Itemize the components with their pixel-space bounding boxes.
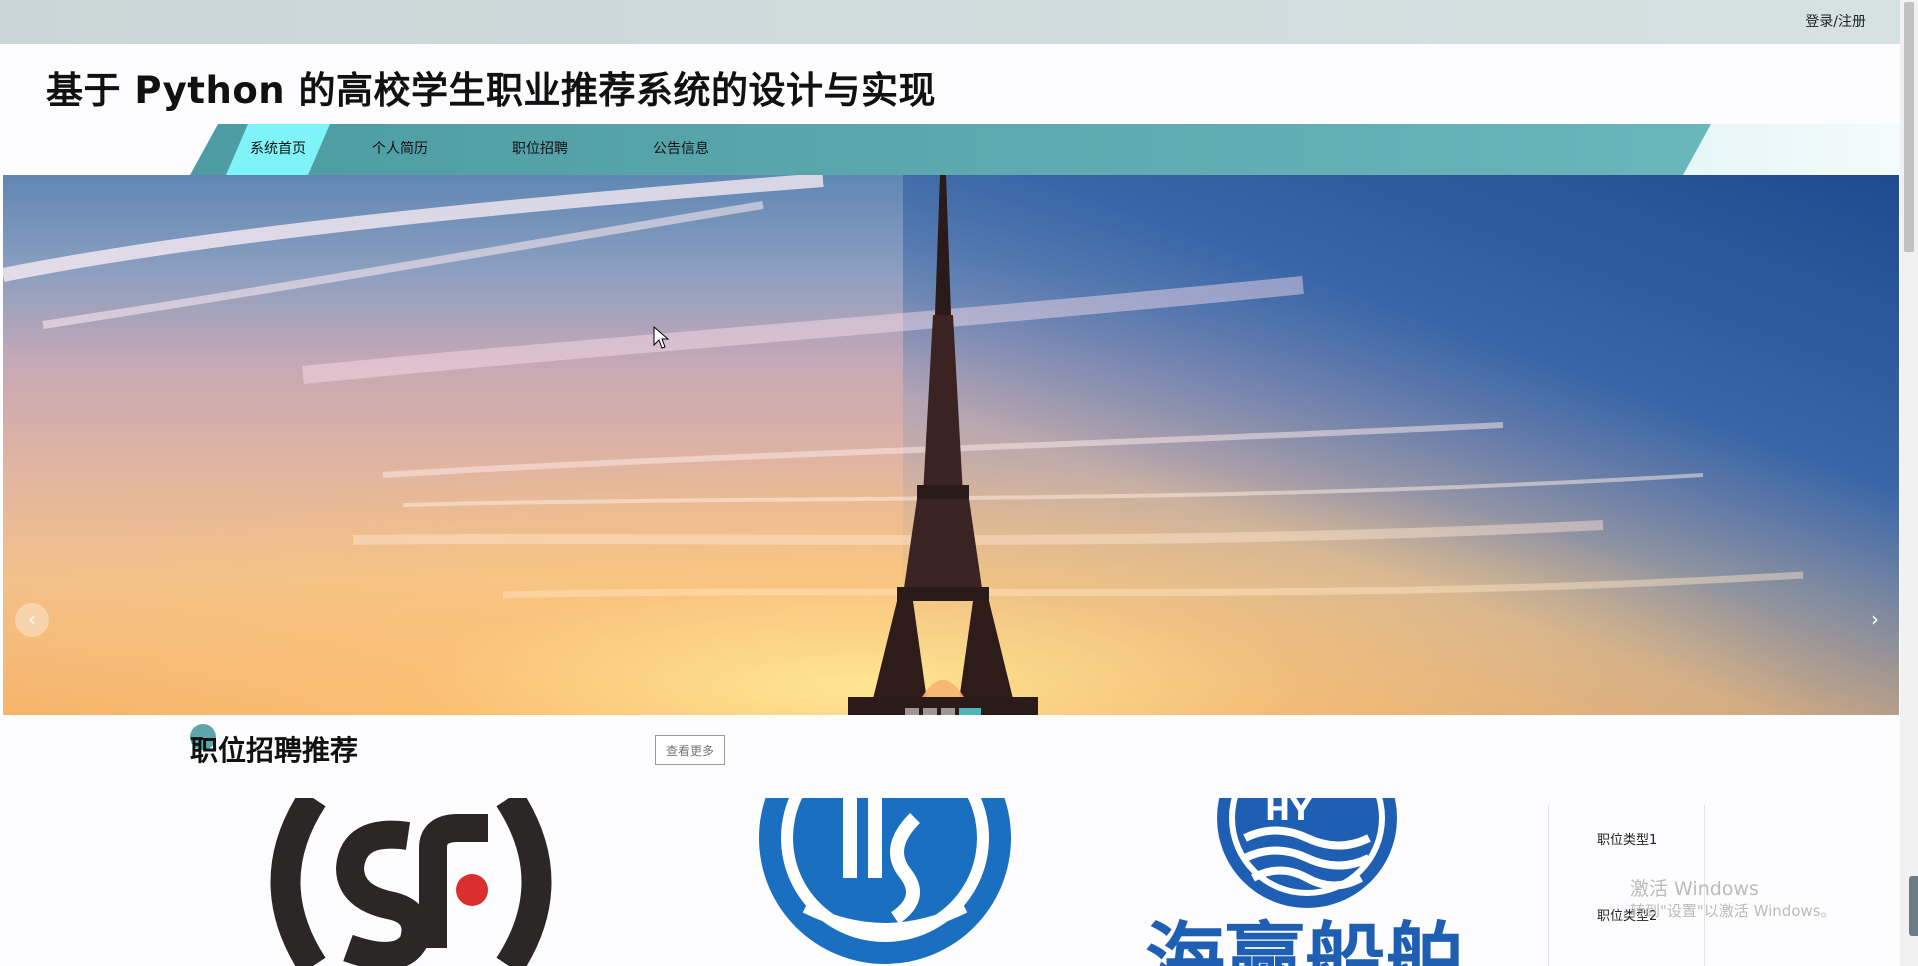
mouse-cursor-icon bbox=[653, 326, 669, 349]
haiying-logo: HY 海赢船舶 bbox=[1145, 798, 1465, 966]
site-title: 基于 Python 的高校学生职业推荐系统的设计与实现 bbox=[46, 69, 936, 112]
carousel-dot-3[interactable] bbox=[941, 707, 955, 715]
haiying-name: 海赢船舶 bbox=[1145, 914, 1465, 966]
sf-logo bbox=[270, 798, 552, 966]
carousel-next-button[interactable]: › bbox=[1858, 603, 1892, 637]
nav-item-notices[interactable]: 公告信息 bbox=[631, 124, 731, 175]
nav-item-resume[interactable]: 个人简历 bbox=[350, 124, 450, 175]
scrollbar-thumb[interactable] bbox=[1904, 2, 1914, 252]
page-scrollbar[interactable] bbox=[1900, 0, 1918, 966]
job-type-item[interactable]: 职位类型1 bbox=[1597, 829, 1657, 848]
chevron-right-icon: › bbox=[1871, 607, 1879, 631]
nav-item-jobs[interactable]: 职位招聘 bbox=[490, 124, 590, 175]
view-more-button[interactable]: 查看更多 bbox=[655, 735, 725, 765]
carousel-indicators bbox=[905, 701, 985, 715]
carousel-prev-button[interactable]: ‹ bbox=[15, 603, 49, 637]
job-card-ship[interactable] bbox=[755, 798, 1015, 966]
top-bar: 登录/注册 bbox=[0, 0, 1918, 44]
activation-watermark-title: 激活 Windows bbox=[1630, 878, 1759, 900]
login-register-link[interactable]: 登录/注册 bbox=[1805, 11, 1866, 31]
job-card-haiying[interactable]: HY 海赢船舶 bbox=[1145, 798, 1475, 966]
activation-watermark-subtitle: 转到"设置"以激活 Windows。 bbox=[1630, 902, 1836, 920]
job-card-sf[interactable] bbox=[258, 798, 564, 966]
main-nav: 系统首页 个人简历 职位招聘 公告信息 bbox=[0, 124, 1918, 175]
haiying-badge: HY bbox=[1265, 798, 1313, 828]
carousel-dot-2[interactable] bbox=[923, 707, 937, 715]
tower-silhouette bbox=[848, 175, 1038, 715]
side-tool-tab[interactable] bbox=[1909, 876, 1918, 936]
carousel-dot-4[interactable] bbox=[959, 707, 981, 715]
chevron-left-icon: ‹ bbox=[28, 607, 36, 631]
nav-tail bbox=[1683, 124, 1903, 175]
ship-circle-logo bbox=[759, 798, 1011, 964]
hero-carousel[interactable]: ‹ › bbox=[3, 175, 1899, 715]
section-title: 职位招聘推荐 bbox=[190, 734, 359, 767]
carousel-dot-1[interactable] bbox=[905, 707, 919, 715]
